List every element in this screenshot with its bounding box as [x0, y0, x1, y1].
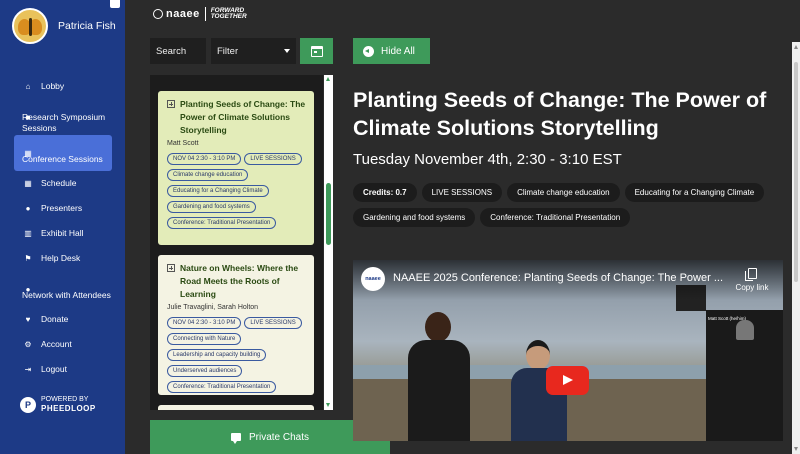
session-list-scrollbar[interactable]	[324, 75, 333, 410]
sidebar-item-account[interactable]: ⚙ Account	[14, 332, 112, 357]
private-chats-label: Private Chats	[248, 431, 310, 443]
video-title[interactable]: NAAEE 2025 Conference: Planting Seeds of…	[393, 272, 728, 284]
chevron-down-icon	[284, 49, 290, 53]
sidebar-item-conference-sessions[interactable]: ▦ Conference Sessions	[14, 135, 112, 171]
session-title: Planting Seeds of Change: The Power of C…	[353, 88, 767, 140]
calendar-icon	[310, 45, 323, 57]
tag-chip: LIVE SESSIONS	[421, 183, 503, 202]
users-icon: ●	[25, 204, 31, 213]
powered-by[interactable]: P POWERED BY PHEEDLOOP	[20, 395, 96, 414]
session-card-speakers: Matt Scott	[167, 140, 199, 147]
calendar-check-icon: ▦	[24, 179, 32, 188]
back-arrow-icon	[363, 45, 374, 57]
user-profile[interactable]: Patricia Fish	[12, 8, 118, 44]
hide-all-button[interactable]: Hide All	[353, 38, 430, 64]
sidebar-item-schedule[interactable]: ▦ Schedule	[14, 171, 112, 196]
expand-icon[interactable]	[167, 100, 175, 108]
brand-name: naaee	[166, 8, 200, 20]
filter-label: Filter	[217, 45, 239, 57]
tag: Underserved audiences	[167, 365, 243, 377]
video-person	[403, 312, 473, 441]
naaee-logo-icon	[153, 9, 163, 19]
sidebar-item-presenters[interactable]: ● Presenters	[14, 196, 112, 221]
scroll-up-icon[interactable]	[326, 77, 330, 81]
session-card[interactable]: Planting Seeds of Change: The Power of C…	[158, 91, 314, 245]
donate-icon: ♥	[25, 315, 31, 324]
session-card[interactable]: Nature on Wheels: Where the Road Meets t…	[158, 255, 314, 395]
session-card-title: Planting Seeds of Change: The Power of C…	[180, 99, 306, 135]
tag-time: NOV 04 2:30 - 3:10 PM	[167, 317, 242, 329]
sidebar-item-logout[interactable]: ⇥ Logout	[14, 357, 112, 382]
session-card-title: Nature on Wheels: Where the Road Meets t…	[180, 263, 299, 299]
sidebar-item-donate[interactable]: ♥ Donate	[14, 307, 112, 332]
sidebar-item-exhibit-hall[interactable]: ▥ Exhibit Hall	[14, 221, 112, 246]
chat-icon	[230, 433, 241, 444]
tag: Connecting with Nature	[167, 333, 242, 345]
sidebar-item-research-symposium[interactable]: ■ Research Symposium Sessions	[14, 99, 112, 135]
powered-by-label: POWERED BY	[41, 396, 89, 403]
powered-by-brand: PHEEDLOOP	[41, 404, 96, 413]
brand-tagline: FORWARD TOGETHER	[210, 6, 247, 20]
copy-link-label: Copy link	[735, 283, 769, 292]
tag-chip: Gardening and food systems	[353, 208, 476, 227]
sidebar-item-network[interactable]: ● Network with Attendees	[14, 271, 112, 307]
gear-icon: ⚙	[24, 340, 32, 349]
tag-time: NOV 04 2:30 - 3:10 PM	[167, 153, 242, 165]
home-icon: ⌂	[25, 82, 31, 91]
brand-divider	[204, 7, 206, 21]
session-card[interactable]	[158, 405, 314, 410]
sidebar-nav: ⌂ Lobby ■ Research Symposium Sessions ▦ …	[14, 74, 112, 382]
tag: LIVE SESSIONS	[244, 153, 302, 165]
video-speaker-inset: Matt Scott (he/him)	[706, 310, 783, 441]
sidebar-item-lobby[interactable]: ⌂ Lobby	[14, 74, 112, 99]
logout-icon: ⇥	[24, 365, 32, 374]
tag: Conference: Traditional Presentation	[167, 217, 277, 229]
tag: Conference: Traditional Presentation	[167, 381, 277, 393]
tag-chip: Conference: Traditional Presentation	[480, 208, 631, 227]
hide-all-label: Hide All	[381, 45, 415, 57]
expand-icon[interactable]	[167, 264, 175, 272]
tag-chip: Educating for a Changing Climate	[624, 183, 765, 202]
tag: Climate change education	[167, 169, 249, 181]
user-name: Patricia Fish	[58, 19, 116, 32]
scroll-down-icon[interactable]	[326, 403, 330, 407]
session-card-speakers: Julie Travaglini, Sarah Holton	[167, 304, 259, 311]
tag: Educating for a Changing Climate	[167, 185, 269, 197]
sidebar-item-help-desk[interactable]: ⚑ Help Desk	[14, 246, 112, 271]
brand-logo[interactable]: naaee FORWARD TOGETHER	[153, 7, 247, 21]
sidebar-collapse-toggle[interactable]	[110, 0, 120, 8]
channel-avatar[interactable]: naaee	[361, 267, 385, 291]
copy-icon	[744, 268, 757, 281]
scroll-down-icon[interactable]	[793, 447, 798, 451]
avatar	[12, 8, 48, 44]
tag: Leadership and capacity building	[167, 349, 267, 361]
video-player[interactable]: Matt Scott (he/him) naaee NAAEE 2025 Con…	[353, 260, 783, 441]
session-card-tags: NOV 04 2:30 - 3:10 PM LIVE SESSIONS Clim…	[167, 153, 307, 229]
tag-chip: Climate change education	[507, 183, 620, 202]
session-tags: Credits: 0.7 LIVE SESSIONS Climate chang…	[353, 183, 788, 227]
filter-dropdown[interactable]: Filter	[211, 38, 296, 64]
session-datetime: Tuesday November 4th, 2:30 - 3:10 EST	[353, 151, 622, 168]
session-list: Planting Seeds of Change: The Power of C…	[150, 75, 323, 410]
scrollbar-thumb[interactable]	[326, 183, 331, 245]
credits-badge: Credits: 0.7	[353, 183, 417, 202]
tag: LIVE SESSIONS	[244, 317, 302, 329]
copy-link-button[interactable]: Copy link	[731, 268, 773, 292]
calendar-view-button[interactable]	[300, 38, 333, 64]
flag-icon: ⚑	[24, 254, 32, 263]
search-input[interactable]: Search	[150, 38, 206, 64]
sidebar: Patricia Fish ⌂ Lobby ■ Research Symposi…	[0, 0, 125, 454]
building-icon: ▥	[24, 229, 32, 238]
tag: Gardening and food systems	[167, 201, 256, 213]
main-scrollbar[interactable]	[792, 42, 800, 454]
scrollbar-thumb[interactable]	[794, 62, 798, 282]
session-card-tags: NOV 04 2:30 - 3:10 PM LIVE SESSIONS Conn…	[167, 317, 307, 393]
pheedloop-logo-icon: P	[20, 396, 36, 413]
play-button[interactable]	[546, 366, 589, 395]
scroll-up-icon[interactable]	[793, 45, 798, 49]
